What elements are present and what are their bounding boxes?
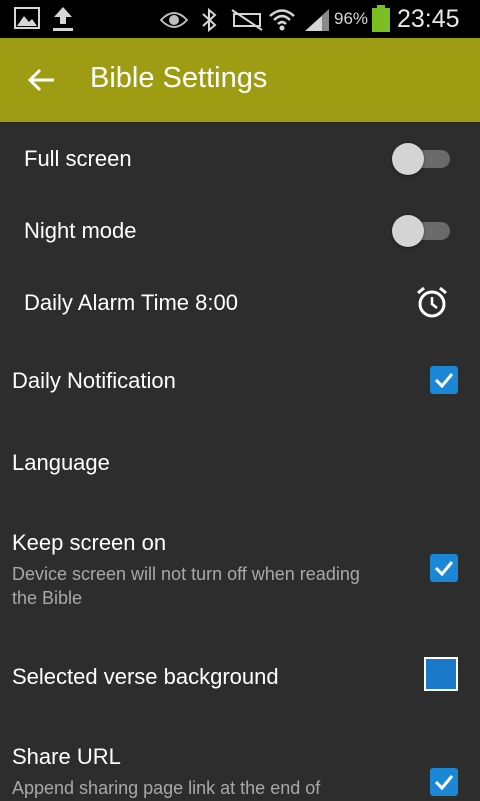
setting-summary: Append sharing page link at the end of bbox=[12, 778, 321, 798]
signal-icon bbox=[305, 9, 329, 31]
setting-label: Language bbox=[12, 450, 110, 475]
status-bar: 96% 23:45 bbox=[0, 0, 480, 38]
back-button[interactable] bbox=[22, 62, 62, 98]
setting-label: Daily Alarm Time 8:00 bbox=[24, 290, 238, 315]
setting-share-url[interactable]: Share URL Append sharing page link at th… bbox=[0, 736, 480, 800]
setting-daily-alarm[interactable]: Daily Alarm Time 8:00 bbox=[0, 266, 480, 338]
wifi-icon bbox=[269, 9, 295, 31]
setting-night-mode[interactable]: Night mode bbox=[0, 194, 480, 266]
setting-label: Selected verse background bbox=[12, 664, 279, 689]
setting-label: Daily Notification bbox=[12, 368, 176, 393]
setting-full-screen[interactable]: Full screen bbox=[0, 122, 480, 194]
eye-icon bbox=[160, 12, 188, 28]
switch-thumb bbox=[392, 215, 424, 247]
setting-label: Night mode bbox=[24, 218, 137, 243]
battery-icon bbox=[372, 5, 390, 32]
setting-keep-screen-on[interactable]: Keep screen on Device screen will not tu… bbox=[0, 520, 480, 620]
setting-label: Keep screen on bbox=[12, 530, 167, 555]
setting-selected-verse-background[interactable]: Selected verse background bbox=[0, 640, 480, 712]
share-url-checkbox[interactable] bbox=[430, 768, 458, 796]
check-icon bbox=[434, 775, 454, 791]
setting-daily-notification[interactable]: Daily Notification bbox=[0, 344, 480, 416]
setting-language[interactable]: Language bbox=[0, 426, 480, 498]
full-screen-switch[interactable] bbox=[392, 142, 452, 175]
keep-screen-on-checkbox[interactable] bbox=[430, 554, 458, 582]
check-icon bbox=[434, 373, 454, 389]
back-arrow-icon bbox=[27, 68, 54, 92]
app-bar: Bible Settings bbox=[0, 38, 480, 122]
bluetooth-icon bbox=[202, 8, 217, 32]
battery-percent: 96% bbox=[334, 9, 369, 28]
setting-label: Share URL bbox=[12, 744, 121, 769]
mute-icon bbox=[231, 9, 263, 31]
setting-label: Full screen bbox=[24, 146, 132, 171]
status-time: 23:45 bbox=[397, 5, 460, 33]
night-mode-switch[interactable] bbox=[392, 214, 452, 247]
switch-thumb bbox=[392, 143, 424, 175]
verse-background-color-swatch[interactable] bbox=[424, 657, 458, 691]
alarm-clock-icon[interactable] bbox=[414, 284, 450, 320]
setting-summary: Device screen will not turn off when rea… bbox=[12, 564, 360, 608]
gallery-icon bbox=[14, 7, 40, 29]
daily-notification-checkbox[interactable] bbox=[430, 366, 458, 394]
upload-icon bbox=[53, 7, 73, 31]
page-title: Bible Settings bbox=[90, 62, 268, 94]
check-icon bbox=[434, 561, 454, 577]
